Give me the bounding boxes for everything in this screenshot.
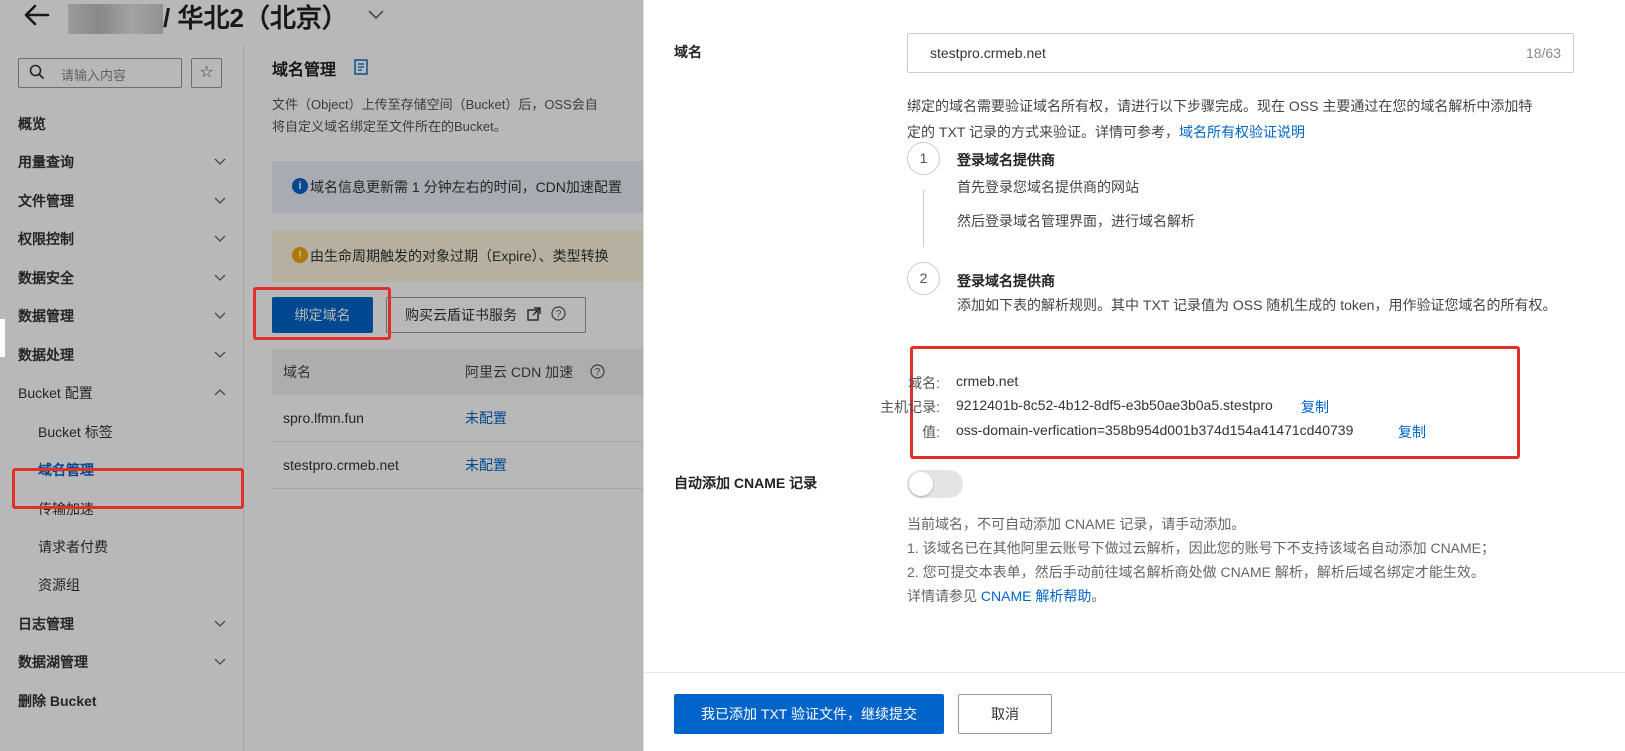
highlight-domain-management [12,468,244,509]
record-value: oss-domain-verfication=358b954d001b374d1… [956,422,1354,438]
step-number: 2 [907,262,940,295]
help-line: 绑定的域名需要验证域名所有权，请进行以下步骤完成。现在 OSS 主要通过在您的域… [907,98,1533,114]
domain-field-label: 域名 [674,44,702,60]
record-key: 值: [922,424,940,440]
step-title: 登录域名提供商 [957,273,1055,289]
cname-note-help: 详情请参见 CNAME 解析帮助。 [907,586,1105,606]
collapse-handle[interactable] [0,318,6,358]
modal-overlay[interactable] [0,0,643,751]
domain-char-count: 18/63 [1525,45,1561,61]
step-text: 首先登录您域名提供商的网站 [957,179,1139,195]
record-key: 主机记录: [880,399,940,415]
toggle-knob [909,472,933,496]
verification-help: 绑定的域名需要验证域名所有权，请进行以下步骤完成。现在 OSS 主要通过在您的域… [907,93,1577,145]
cname-help-link[interactable]: CNAME 解析帮助 [981,588,1091,604]
domain-input[interactable]: stestpro.crmeb.net 18/63 [907,33,1574,73]
help-line-text: 定的 TXT 记录的方式来验证。详情可参考， [907,124,1179,140]
cname-note: 2. 您可提交本表单，然后手动前往域名解析商处做 CNAME 解析，解析后域名绑… [907,564,1485,580]
cancel-button[interactable]: 取消 [958,694,1052,734]
copy-host-button[interactable]: 复制 [1301,397,1329,417]
copy-value-button[interactable]: 复制 [1398,422,1426,442]
step-connector [923,190,924,247]
record-value: crmeb.net [956,373,1019,389]
step-number: 1 [907,142,940,175]
step-text: 然后登录域名管理界面，进行域名解析 [957,213,1195,229]
cname-note: 1. 该域名已在其他阿里云账号下做过云解析，因此您的账号下不支持该域名自动添加 … [907,540,1496,556]
domain-input-value: stestpro.crmeb.net [930,45,1046,61]
cname-toggle[interactable] [907,470,963,498]
highlight-bind-domain [253,287,391,340]
cname-field-label: 自动添加 CNAME 记录 [674,475,818,491]
cname-note-suffix: 。 [1091,588,1106,604]
record-key: 域名: [908,375,940,391]
ownership-verification-link[interactable]: 域名所有权验证说明 [1179,124,1305,140]
step-title: 登录域名提供商 [957,152,1055,168]
step-text: 添加如下表的解析规则。其中 TXT 记录值为 OSS 随机生成的 token，用… [957,297,1557,313]
submit-button[interactable]: 我已添加 TXT 验证文件，继续提交 [674,694,944,734]
cname-note-prefix: 详情请参见 [907,588,981,604]
background-page: / 华北2（北京） 请输入内容 ☆ 概览 用量查询 文件管理 权限控制 数据安全… [0,0,643,751]
footer-divider [644,672,1625,673]
cname-note: 当前域名，不可自动添加 CNAME 记录，请手动添加。 [907,516,1246,532]
help-line-2: 定的 TXT 记录的方式来验证。详情可参考，域名所有权验证说明 [907,119,1577,145]
record-value: 9212401b-8c52-4b12-8df5-e3b50ae3b0a5.ste… [956,397,1273,413]
bind-domain-drawer: 域名 stestpro.crmeb.net 18/63 绑定的域名需要验证域名所… [643,0,1625,751]
